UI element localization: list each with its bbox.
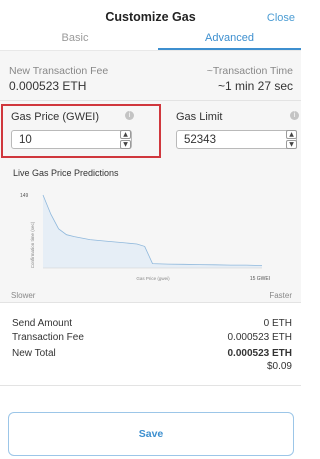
chart-area-fill xyxy=(43,195,262,268)
gas-limit-label: Gas Limit xyxy=(176,111,223,123)
modal-title: Customize Gas xyxy=(105,10,196,24)
transaction-fee-label: Transaction Fee xyxy=(12,332,84,343)
slower-label: Slower xyxy=(11,291,36,300)
new-total-value: 0.000523 ETH xyxy=(227,348,293,359)
gas-price-label: Gas Price (GWEI) xyxy=(11,111,100,123)
advanced-inputs-panel: Gas Price (GWEI) i 10 ▲ ▼ Gas Limit i 52… xyxy=(0,101,301,302)
chart-title: Live Gas Price Predictions xyxy=(13,168,119,178)
info-icon[interactable]: i xyxy=(125,111,134,120)
gas-limit-decrement-button[interactable]: ▼ xyxy=(286,140,297,149)
gas-price-decrement-button[interactable]: ▼ xyxy=(120,140,131,149)
new-total-label: New Total xyxy=(12,348,56,359)
new-total-fiat-value: $0.09 xyxy=(266,361,292,372)
divider xyxy=(0,302,301,303)
send-amount-label: Send Amount xyxy=(12,318,73,329)
x-axis-label: Gas Price (gwei) xyxy=(136,276,170,281)
save-button[interactable]: Save xyxy=(8,412,294,456)
x-axis-max-label: 15 GWEI xyxy=(250,276,270,282)
y-axis-label: Confirmation time (sec) xyxy=(30,221,35,268)
send-amount-value: 0 ETH xyxy=(263,318,292,329)
gas-price-chart: 149 Confirmation time (sec) Gas Price (g… xyxy=(20,193,270,282)
transaction-time-value: ~1 min 27 sec xyxy=(217,79,293,93)
y-axis-max-label: 149 xyxy=(20,193,29,199)
modal-header: Customize Gas Close Basic Advanced xyxy=(0,0,301,50)
faster-label: Faster xyxy=(269,291,292,300)
new-transaction-fee-label: New Transaction Fee xyxy=(9,65,109,77)
new-transaction-fee-value: 0.000523 ETH xyxy=(9,79,87,93)
gas-limit-input[interactable]: 52343 xyxy=(176,130,297,149)
transaction-fee-value: 0.000523 ETH xyxy=(227,332,293,343)
gas-price-increment-button[interactable]: ▲ xyxy=(120,130,131,139)
tab-basic[interactable]: Basic xyxy=(0,32,150,50)
gas-price-input[interactable]: 10 xyxy=(11,130,132,149)
close-link[interactable]: Close xyxy=(267,12,295,24)
gas-limit-increment-button[interactable]: ▲ xyxy=(286,130,297,139)
info-icon[interactable]: i xyxy=(290,111,299,120)
transaction-time-label: ~Transaction Time xyxy=(206,65,293,77)
divider xyxy=(0,385,301,386)
fee-summary: New Transaction Fee 0.000523 ETH ~Transa… xyxy=(0,51,301,101)
